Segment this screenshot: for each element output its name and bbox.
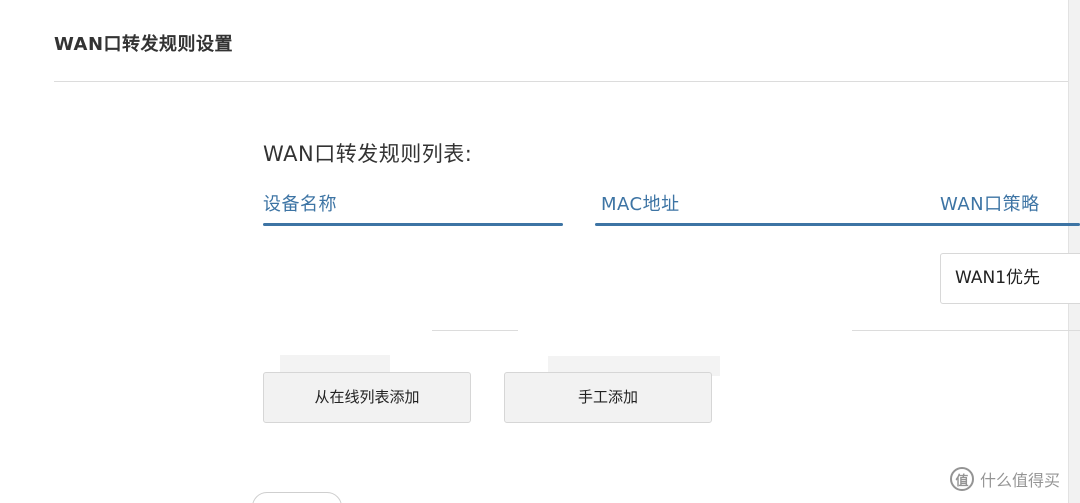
wan-forwarding-settings-page: WAN口转发规则设置 WAN口转发规则列表: 设备名称 MAC地址 WAN口策略… bbox=[0, 0, 1080, 503]
rules-list-label: WAN口转发规则列表: bbox=[263, 142, 473, 166]
column-header-device-name: 设备名称 bbox=[263, 194, 337, 215]
toggle-switch[interactable] bbox=[252, 492, 342, 503]
right-edge-panel bbox=[1068, 0, 1080, 503]
column-header-wan-policy: WAN口策略 bbox=[940, 194, 1040, 215]
add-from-online-list-button[interactable]: 从在线列表添加 bbox=[263, 372, 471, 423]
header-underline bbox=[263, 223, 563, 226]
manual-add-button[interactable]: 手工添加 bbox=[504, 372, 712, 423]
row-divider bbox=[852, 330, 1080, 331]
watermark-logo-icon: 值 bbox=[950, 467, 974, 491]
watermark-text: 什么值得买 bbox=[980, 471, 1061, 490]
header-underline bbox=[595, 223, 1080, 226]
wan-policy-select[interactable]: WAN1优先 bbox=[940, 253, 1080, 304]
row-divider bbox=[432, 330, 518, 331]
watermark: 值 什么值得买 bbox=[950, 466, 1060, 492]
title-divider bbox=[54, 81, 1070, 82]
column-header-mac-address: MAC地址 bbox=[601, 194, 680, 215]
page-title: WAN口转发规则设置 bbox=[54, 34, 234, 55]
